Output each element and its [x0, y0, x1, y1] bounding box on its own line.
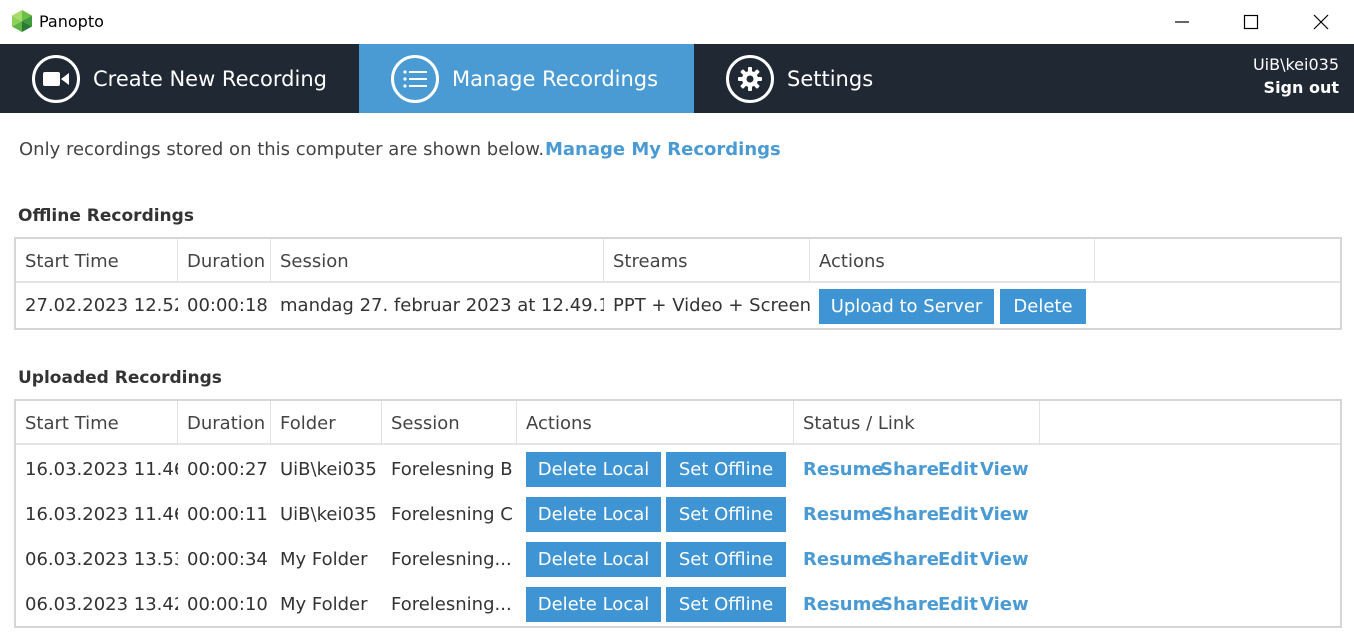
delete-local-button[interactable]: Delete Local: [526, 452, 661, 487]
gear-icon: [726, 54, 774, 103]
info-text: Only recordings stored on this computer …: [19, 139, 545, 160]
cell-duration: 00:00:11: [187, 504, 268, 525]
table-header: Start Time Duration Folder Session Actio…: [16, 401, 1340, 445]
resume-link[interactable]: Resume: [803, 594, 884, 615]
cell-duration: 00:00:34: [187, 549, 268, 570]
list-icon: [391, 54, 439, 103]
cell-duration: 00:00:18: [187, 295, 268, 316]
view-link[interactable]: View: [980, 549, 1029, 570]
cell-duration: 00:00:27: [187, 459, 268, 480]
table-row: 06.03.2023 13.42 00:00:10 My Folder Fore…: [16, 582, 1340, 627]
maximize-button[interactable]: [1228, 0, 1274, 44]
uploaded-recordings-title: Uploaded Recordings: [18, 368, 222, 388]
tab-create-new-recording[interactable]: Create New Recording: [0, 44, 359, 113]
user-name: UiB\kei035: [1252, 55, 1339, 74]
edit-link[interactable]: Edit: [938, 504, 978, 525]
offline-recordings-title: Offline Recordings: [18, 206, 194, 226]
cell-start-time: 27.02.2023 12.52: [25, 295, 178, 316]
cell-streams: PPT + Video + Screen: [613, 295, 810, 316]
maximize-icon: [1243, 14, 1259, 30]
minimize-icon: [1175, 21, 1189, 23]
cell-duration: 00:00:10: [187, 594, 268, 615]
tab-label: Manage Recordings: [452, 66, 659, 91]
edit-link[interactable]: Edit: [938, 594, 978, 615]
tab-settings[interactable]: Settings: [694, 44, 914, 113]
uploaded-recordings-table: Start Time Duration Folder Session Actio…: [14, 399, 1342, 628]
tab-label: Create New Recording: [93, 66, 327, 91]
set-offline-button[interactable]: Set Offline: [666, 452, 786, 487]
main-navbar: Create New Recording Manage Recordings S…: [0, 44, 1354, 113]
delete-local-button[interactable]: Delete Local: [526, 587, 661, 622]
edit-link[interactable]: Edit: [938, 459, 978, 480]
manage-my-recordings-link[interactable]: Manage My Recordings: [545, 139, 781, 160]
cell-session: Forelesning...: [391, 594, 512, 615]
minimize-button[interactable]: [1159, 0, 1205, 44]
view-link[interactable]: View: [980, 504, 1029, 525]
set-offline-button[interactable]: Set Offline: [666, 587, 786, 622]
cell-folder: UiB\kei035: [280, 459, 377, 480]
column-header-actions: Actions: [810, 239, 1095, 283]
column-header-actions: Actions: [517, 401, 794, 445]
tab-manage-recordings[interactable]: Manage Recordings: [359, 44, 694, 113]
column-header-status-link: Status / Link: [794, 401, 1040, 445]
close-button[interactable]: [1298, 0, 1344, 44]
resume-link[interactable]: Resume: [803, 459, 884, 480]
table-row: 06.03.2023 13.53 00:00:34 My Folder Fore…: [16, 537, 1340, 582]
column-header-start-time[interactable]: Start Time: [16, 239, 178, 283]
panopto-logo-icon: [12, 10, 32, 32]
resume-link[interactable]: Resume: [803, 549, 884, 570]
set-offline-button[interactable]: Set Offline: [666, 497, 786, 532]
cell-start-time: 16.03.2023 11.46: [25, 504, 178, 525]
cell-folder: UiB\kei035: [280, 504, 377, 525]
share-link[interactable]: Share: [880, 459, 939, 480]
close-icon: [1313, 14, 1329, 30]
cell-start-time: 16.03.2023 11.46: [25, 459, 178, 480]
column-header-streams[interactable]: Streams: [604, 239, 810, 283]
cell-folder: My Folder: [280, 594, 368, 615]
table-header: Start Time Duration Session Streams Acti…: [16, 239, 1340, 283]
table-row: 16.03.2023 11.46 00:00:11 UiB\kei035 For…: [16, 492, 1340, 537]
delete-local-button[interactable]: Delete Local: [526, 542, 661, 577]
view-link[interactable]: View: [980, 594, 1029, 615]
video-camera-icon: [32, 54, 80, 103]
cell-session: Forelesning C: [391, 504, 513, 525]
cell-session: Forelesning B: [391, 459, 513, 480]
resume-link[interactable]: Resume: [803, 504, 884, 525]
table-row: 16.03.2023 11.46 00:00:27 UiB\kei035 For…: [16, 447, 1340, 492]
cell-start-time: 06.03.2023 13.53: [25, 549, 178, 570]
title-bar: Panopto: [0, 0, 1354, 44]
offline-recordings-table: Start Time Duration Session Streams Acti…: [14, 237, 1342, 330]
share-link[interactable]: Share: [880, 504, 939, 525]
cell-folder: My Folder: [280, 549, 368, 570]
edit-link[interactable]: Edit: [938, 549, 978, 570]
column-header-session[interactable]: Session: [382, 401, 517, 445]
column-header-folder[interactable]: Folder: [271, 401, 382, 445]
column-header-session[interactable]: Session: [271, 239, 604, 283]
window-title: Panopto: [39, 12, 104, 31]
column-header-duration[interactable]: Duration: [178, 401, 271, 445]
share-link[interactable]: Share: [880, 549, 939, 570]
tab-label: Settings: [787, 66, 874, 91]
cell-start-time: 06.03.2023 13.42: [25, 594, 178, 615]
table-row: 27.02.2023 12.52 00:00:18 mandag 27. feb…: [16, 283, 1340, 328]
cell-session: Forelesning...: [391, 549, 512, 570]
sign-out-link[interactable]: Sign out: [1253, 76, 1339, 100]
delete-button[interactable]: Delete: [1000, 289, 1086, 324]
upload-to-server-button[interactable]: Upload to Server: [819, 289, 994, 324]
delete-local-button[interactable]: Delete Local: [526, 497, 661, 532]
column-header-duration[interactable]: Duration: [178, 239, 271, 283]
column-header-start-time[interactable]: Start Time: [16, 401, 178, 445]
user-box: UiB\kei035 Sign out: [1253, 54, 1339, 100]
view-link[interactable]: View: [980, 459, 1029, 480]
cell-session: mandag 27. februar 2023 at 12.49.18: [280, 295, 604, 316]
share-link[interactable]: Share: [880, 594, 939, 615]
set-offline-button[interactable]: Set Offline: [666, 542, 786, 577]
